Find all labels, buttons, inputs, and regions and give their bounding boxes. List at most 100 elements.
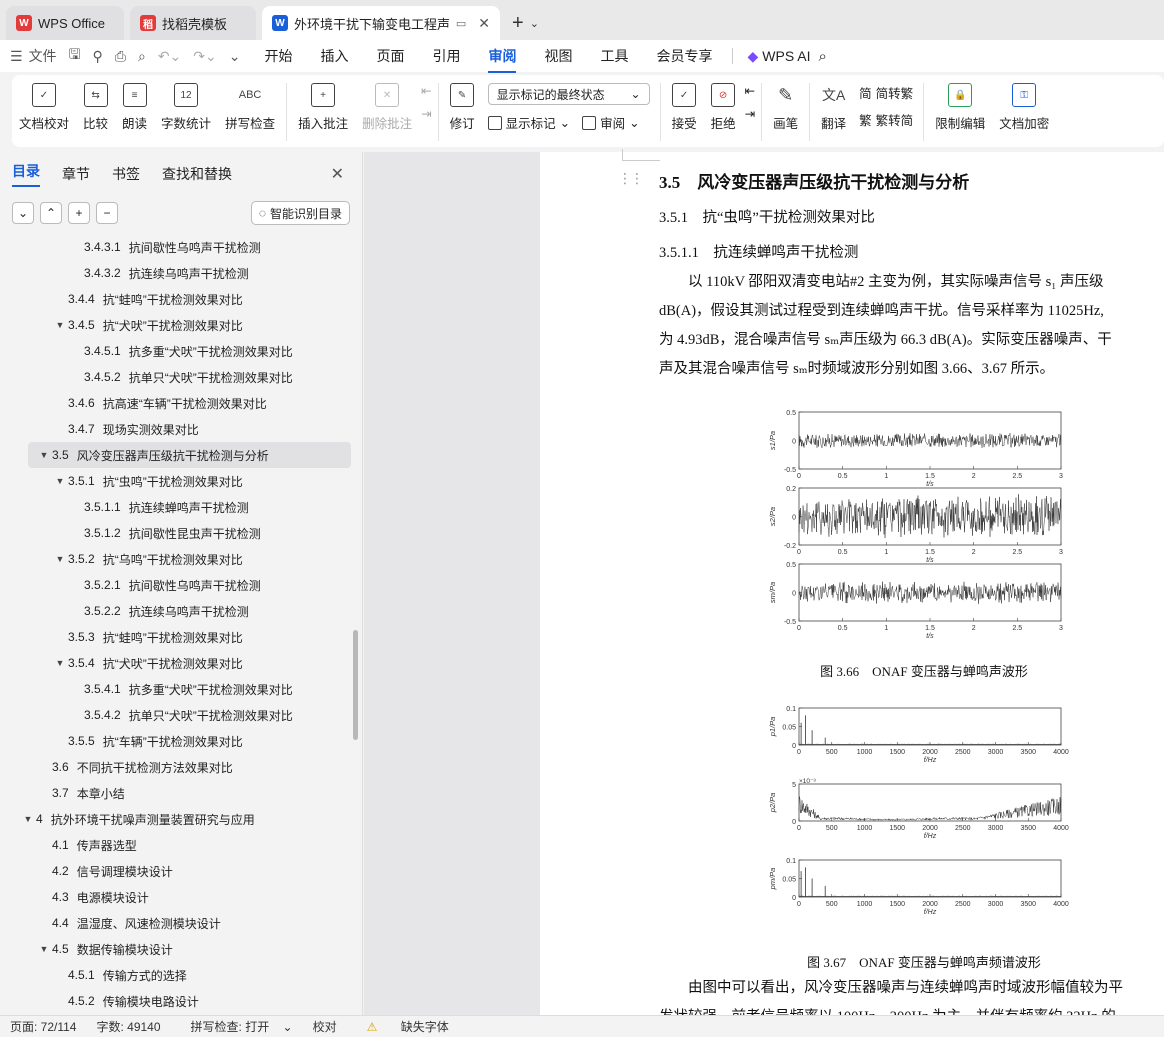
word-count-button[interactable]: 12 字数统计	[154, 83, 218, 132]
markup-state-select[interactable]: 显示标记的最终状态 ⌄	[488, 83, 650, 105]
expand-arrow-icon[interactable]: ▼	[52, 476, 68, 486]
tab-wps-office[interactable]: W WPS Office	[6, 6, 124, 40]
proofread-status[interactable]: 校对	[303, 1018, 347, 1035]
redo-icon[interactable]: ↷⌄	[193, 48, 216, 65]
spell-check-button[interactable]: ABC 拼写检查	[218, 83, 282, 132]
word-count[interactable]: 字数: 49140	[86, 1018, 170, 1035]
tab-document[interactable]: W 外环境干扰下输变电工程声级测 ▭ ✕	[262, 6, 500, 40]
missing-font-status[interactable]: ⚠ 缺失字体	[347, 1018, 469, 1035]
toc-item[interactable]: 3.5.1.2 抗间歇性昆虫声干扰检测	[0, 520, 363, 546]
toc-item[interactable]: 3.5.1.1 抗连续蝉鸣声干扰检测	[0, 494, 363, 520]
reject-button[interactable]: ⊘ 拒绝	[704, 83, 743, 132]
file-menu[interactable]: 文件	[29, 46, 57, 66]
toc-item[interactable]: 3.5.4.2 抗单只“犬吠”干扰检测效果对比	[0, 702, 363, 728]
search-icon[interactable]: ⌕	[819, 48, 827, 65]
menu-insert[interactable]: 插入	[306, 46, 362, 66]
menu-tools[interactable]: 工具	[586, 46, 642, 66]
monitor-icon[interactable]: ▭	[456, 17, 466, 30]
toc-item[interactable]: 3.7 本章小结	[0, 780, 363, 806]
delete-comment-button[interactable]: ✕ 删除批注	[355, 83, 419, 132]
doc-check-button[interactable]: ✓ 文档校对	[12, 83, 76, 132]
toc-item[interactable]: 3.4.5.1 抗多重“犬吠”干扰检测效果对比	[0, 338, 363, 364]
menu-reference[interactable]: 引用	[418, 46, 474, 66]
toc-item[interactable]: 3.4.3.1 抗间歇性乌鸣声干扰检测	[0, 234, 363, 260]
insert-comment-button[interactable]: + 插入批注	[291, 83, 355, 132]
toc-item[interactable]: 4.4 温湿度、风速检测模块设计	[0, 910, 363, 936]
close-pane-icon[interactable]: ✕	[331, 164, 344, 184]
print-icon[interactable]: ⎙	[115, 48, 126, 65]
new-tab-button[interactable]: + ⌄	[512, 6, 539, 40]
toc-item[interactable]: 3.5.4.1 抗多重“犬吠”干扰检测效果对比	[0, 676, 363, 702]
more-chevron-icon[interactable]: ⌄	[229, 48, 241, 65]
tab-find-replace[interactable]: 查找和替换	[162, 164, 232, 184]
document-canvas[interactable]: 3.5 风冷变压器声压级抗干扰检测与分析 3.5.1 抗“虫鸣”干扰检测效果对比…	[540, 152, 1164, 1015]
toc-item[interactable]: ▼ 3.5 风冷变压器声压级抗干扰检测与分析	[28, 442, 351, 468]
toc-scrollbar[interactable]	[353, 630, 358, 740]
close-tab-icon[interactable]: ✕	[478, 15, 490, 32]
pen-button[interactable]: ✎ 画笔	[766, 83, 805, 132]
expand-arrow-icon[interactable]: ▼	[52, 554, 68, 564]
remove-heading-icon[interactable]: −	[96, 202, 118, 224]
revise-button[interactable]: ✎ 修订	[443, 83, 482, 132]
page-indicator[interactable]: 页面: 72/114	[0, 1018, 86, 1035]
menu-start[interactable]: 开始	[250, 46, 306, 66]
prev-comment-icon[interactable]: ⇤	[421, 83, 431, 98]
prev-change-icon[interactable]: ⇤	[745, 83, 755, 98]
toc-item[interactable]: 3.4.3.2 抗连续乌鸣声干扰检测	[0, 260, 363, 286]
share-icon[interactable]: ⚲	[93, 48, 103, 65]
menu-page[interactable]: 页面	[362, 46, 418, 66]
menu-review[interactable]: 审阅	[474, 46, 530, 66]
tab-bookmarks[interactable]: 书签	[112, 164, 140, 184]
expand-up-icon[interactable]: ⌃	[40, 202, 62, 224]
expand-arrow-icon[interactable]: ▼	[20, 814, 36, 824]
collapse-down-icon[interactable]: ⌄	[12, 202, 34, 224]
toc-item[interactable]: 4.2 信号调理模块设计	[0, 858, 363, 884]
toc-item[interactable]: ▼ 3.5.2 抗“乌鸣”干扰检测效果对比	[0, 546, 363, 572]
next-comment-icon[interactable]: ⇥	[421, 106, 431, 121]
toc-item[interactable]: 3.6 不同抗干扰检测方法效果对比	[0, 754, 363, 780]
toc-item[interactable]: ▼ 3.4.5 抗“犬吠”干扰检测效果对比	[0, 312, 363, 338]
to-traditional-button[interactable]: 简简转繁	[859, 83, 913, 102]
toc-item[interactable]: ▼ 4 抗外环境干扰噪声测量装置研究与应用	[0, 806, 363, 832]
print-preview-icon[interactable]: ⌕	[138, 48, 146, 65]
compare-button[interactable]: ⇆ 比较	[76, 83, 115, 132]
to-simplified-button[interactable]: 繁繁转简	[859, 110, 913, 129]
toc-item[interactable]: 3.4.4 抗“蛙鸣”干扰检测效果对比	[0, 286, 363, 312]
tab-toc[interactable]: 目录	[12, 161, 40, 187]
toc-item[interactable]: 4.5.2 传输模块电路设计	[0, 988, 363, 1014]
restrict-edit-button[interactable]: 🔒 限制编辑	[928, 83, 992, 132]
drag-handle-icon[interactable]: ⋮⋮	[618, 170, 642, 187]
show-markup-button[interactable]: 显示标记 ⌄	[488, 113, 571, 132]
toc-item[interactable]: 3.5.2.2 抗连续乌鸣声干扰检测	[0, 598, 363, 624]
tab-sections[interactable]: 章节	[62, 164, 90, 184]
save-icon[interactable]: 🖫	[69, 44, 81, 68]
toc-item[interactable]: 3.5.2.1 抗间歇性乌鸣声干扰检测	[0, 572, 363, 598]
encrypt-button[interactable]: ⚿ 文档加密	[992, 83, 1056, 132]
next-change-icon[interactable]: ⇥	[745, 106, 755, 121]
toc-item[interactable]: ▼ 3.5.1 抗“虫鸣”干扰检测效果对比	[0, 468, 363, 494]
menu-member[interactable]: 会员专享	[642, 46, 726, 66]
smart-toc-button[interactable]: ◌ 智能识别目录	[251, 201, 350, 225]
accept-button[interactable]: ✓ 接受	[665, 83, 704, 132]
expand-arrow-icon[interactable]: ▼	[36, 450, 52, 460]
hamburger-icon[interactable]: ☰	[10, 48, 23, 65]
toc-item[interactable]: 3.4.6 抗高速“车辆”干扰检测效果对比	[0, 390, 363, 416]
toc-item[interactable]: 3.4.7 现场实测效果对比	[0, 416, 363, 442]
toc-item[interactable]: 4.3 电源模块设计	[0, 884, 363, 910]
spell-check-status[interactable]: 拼写检查: 打开 ⌄	[171, 1018, 303, 1035]
toc-item[interactable]: 4.1 传声器选型	[0, 832, 363, 858]
toc-item[interactable]: ▼ 4.5 数据传输模块设计	[0, 936, 363, 962]
toc-item[interactable]: 3.4.5.2 抗单只“犬吠”干扰检测效果对比	[0, 364, 363, 390]
toc-item[interactable]: ▼ 3.5.4 抗“犬吠”干扰检测效果对比	[0, 650, 363, 676]
expand-arrow-icon[interactable]: ▼	[52, 658, 68, 668]
menu-view[interactable]: 视图	[530, 46, 586, 66]
expand-arrow-icon[interactable]: ▼	[52, 320, 68, 330]
read-aloud-button[interactable]: ≡ 朗读	[115, 83, 154, 132]
tab-template[interactable]: 稻 找稻壳模板	[130, 6, 256, 40]
expand-arrow-icon[interactable]: ▼	[36, 944, 52, 954]
review-pane-button[interactable]: 审阅 ⌄	[582, 113, 640, 132]
toc-item[interactable]: 4.5.1 传输方式的选择	[0, 962, 363, 988]
undo-icon[interactable]: ↶⌄	[158, 48, 181, 65]
toc-item[interactable]: 3.5.5 抗“车辆”干扰检测效果对比	[0, 728, 363, 754]
translate-button[interactable]: 文A 翻译	[814, 83, 853, 132]
